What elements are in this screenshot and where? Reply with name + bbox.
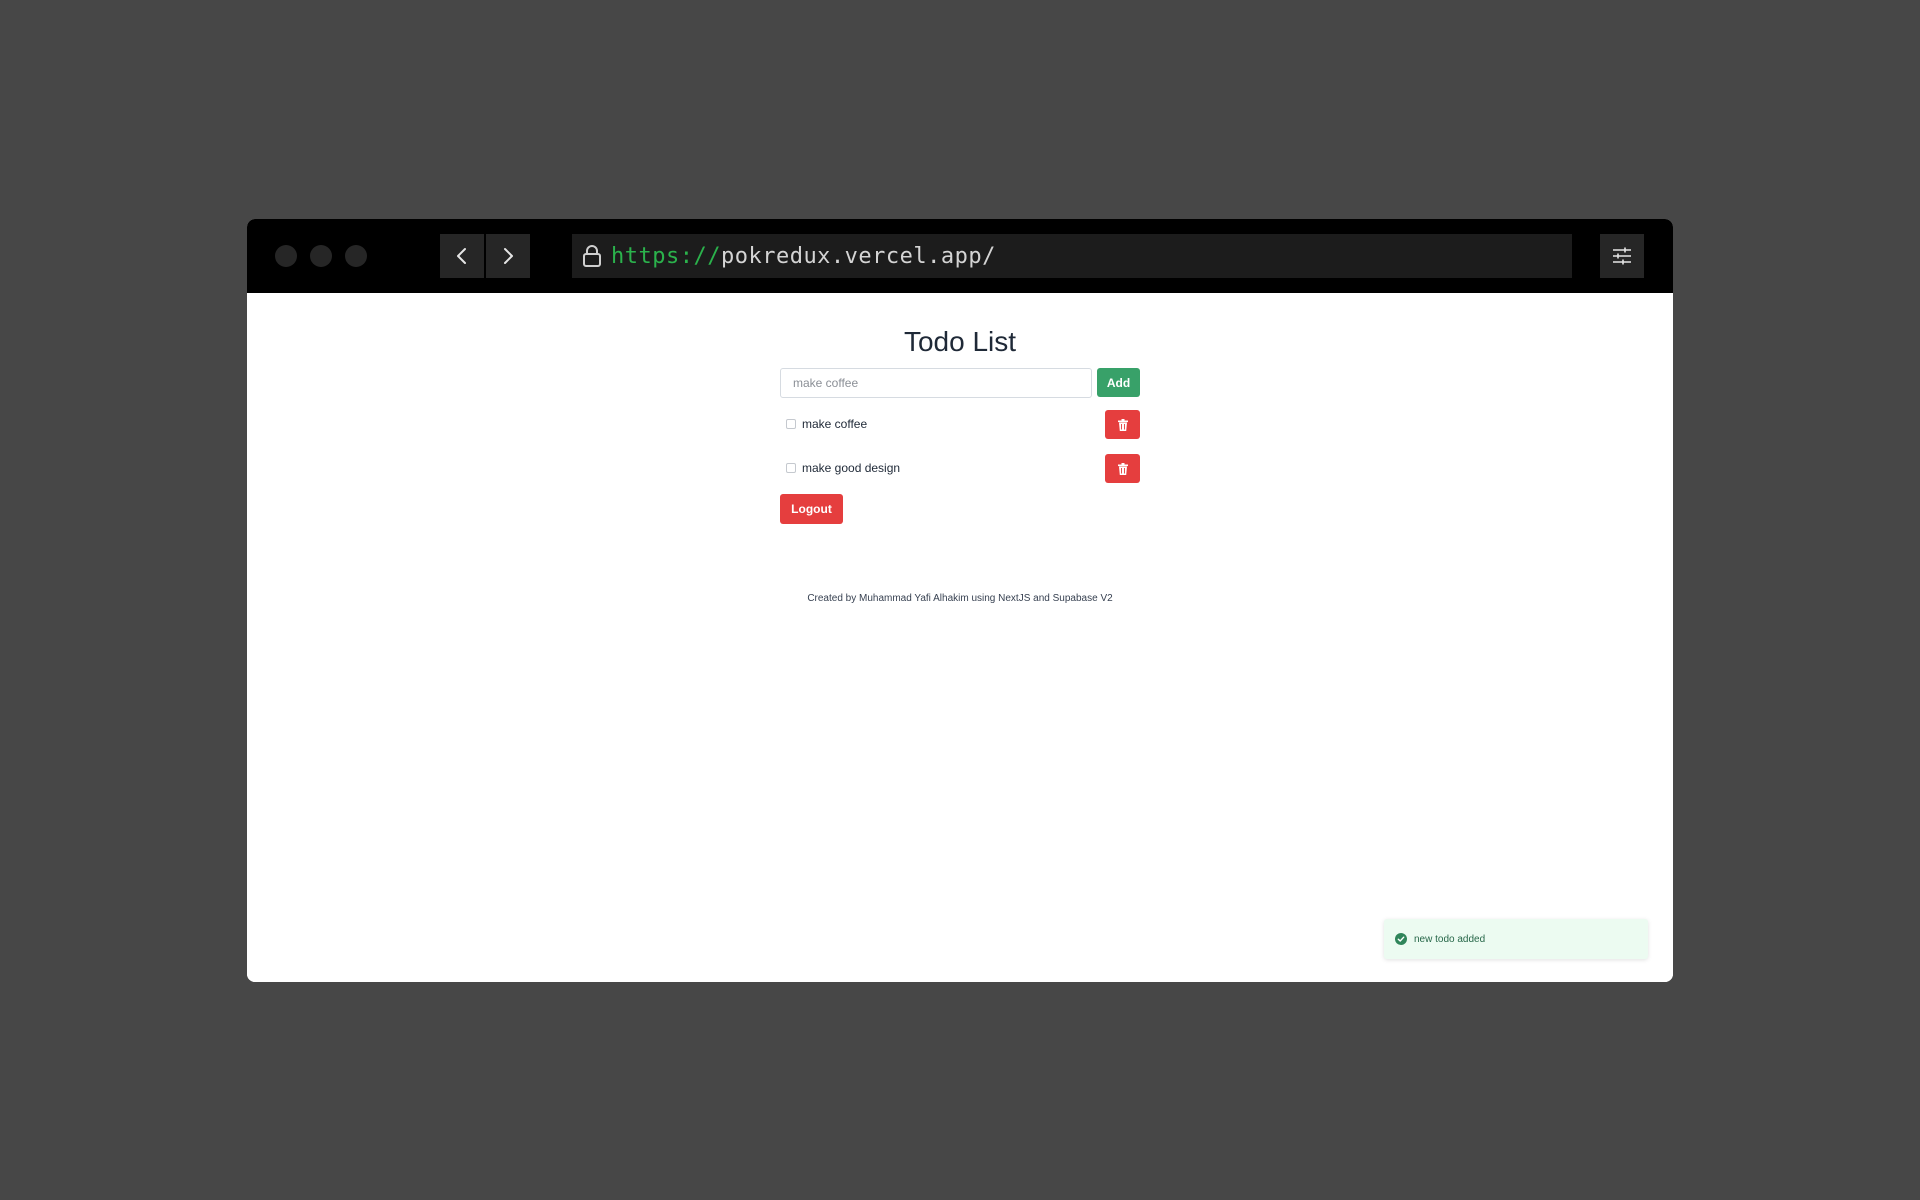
browser-window: https://pokredux.vercel.app/ Todo List A… [247,219,1673,982]
footer-credit: Created by Muhammad Yafi Alhakim using N… [807,593,1113,604]
lock-icon [581,243,603,269]
sliders-icon [1613,247,1631,265]
chevron-right-icon [504,248,513,264]
trash-icon [1117,418,1128,431]
toast-message: new todo added [1414,933,1486,945]
chevron-left-icon [457,248,466,264]
url-host: pokredux.vercel.app/ [720,243,996,269]
todo-item: make coffee [780,410,1140,439]
page-content: Todo List Add make coffee make good desi… [247,293,1673,982]
address-bar[interactable]: https://pokredux.vercel.app/ [572,234,1572,278]
todo-checkbox[interactable] [786,463,796,473]
check-circle-icon [1395,933,1407,945]
minimize-window-button[interactable] [310,245,332,267]
browser-titlebar: https://pokredux.vercel.app/ [247,219,1673,293]
todo-label: make good design [802,461,901,475]
delete-button[interactable] [1105,454,1140,483]
close-window-button[interactable] [275,245,297,267]
url-text: https://pokredux.vercel.app/ [611,244,996,269]
back-button[interactable] [440,234,484,278]
logout-button[interactable]: Logout [780,494,843,524]
url-scheme: https:// [611,243,721,269]
settings-button[interactable] [1600,234,1644,278]
trash-icon [1117,462,1128,475]
toast-notification: new todo added [1384,919,1648,959]
todo-input[interactable] [780,368,1092,398]
maximize-window-button[interactable] [345,245,367,267]
delete-button[interactable] [1105,410,1140,439]
todo-item: make good design [780,454,1140,483]
forward-button[interactable] [486,234,530,278]
todo-checkbox[interactable] [786,419,796,429]
add-button[interactable]: Add [1097,368,1140,397]
page-title: Todo List [903,326,1017,357]
todo-label: make coffee [802,417,868,431]
